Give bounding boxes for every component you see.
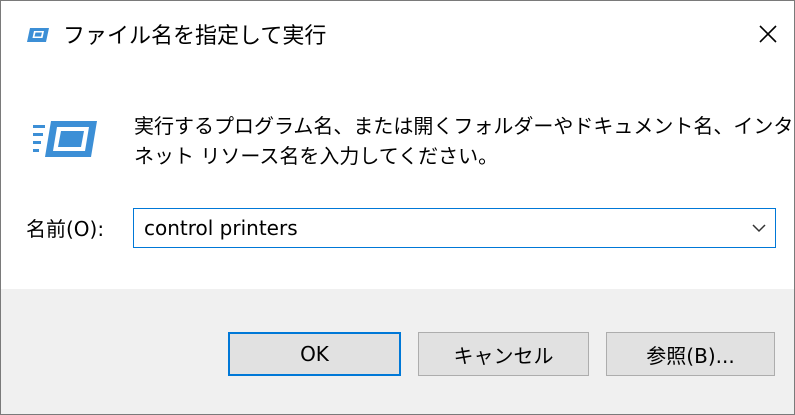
name-label: 名前(O):	[26, 217, 105, 241]
close-button[interactable]	[745, 11, 791, 57]
title-bar[interactable]: ファイル名を指定して実行	[1, 1, 794, 67]
browse-button[interactable]: 参照(B)...	[606, 332, 775, 376]
button-bar: OK キャンセル 参照(B)...	[1, 289, 794, 414]
name-combobox[interactable]	[133, 208, 776, 248]
dropdown-button[interactable]	[749, 218, 769, 238]
window-title: ファイル名を指定して実行	[63, 24, 327, 49]
ok-button[interactable]: OK	[228, 332, 401, 376]
dialog-body: 実行するプログラム名、または開くフォルダーやドキュメント名、インター ネット リ…	[1, 67, 794, 289]
close-icon	[759, 25, 777, 43]
chevron-down-icon	[752, 224, 766, 233]
cancel-button[interactable]: キャンセル	[418, 332, 589, 376]
name-input[interactable]	[144, 209, 734, 247]
instruction-line-1: 実行するプログラム名、または開くフォルダーやドキュメント名、インター	[134, 114, 795, 138]
run-program-icon	[33, 121, 97, 157]
run-dialog-icon	[27, 28, 49, 42]
run-dialog: ファイル名を指定して実行 実行するプログラム名、または開くフォルダーやドキュメン…	[0, 0, 795, 415]
instruction-line-2: ネット リソース名を入力してください。	[134, 144, 499, 168]
instruction-text: 実行するプログラム名、または開くフォルダーやドキュメント名、インター ネット リ…	[134, 111, 795, 171]
